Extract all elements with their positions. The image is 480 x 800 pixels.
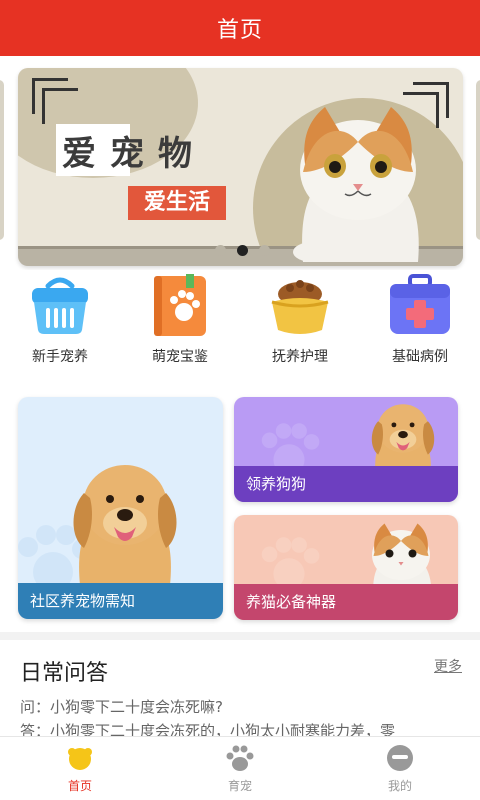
tab-label: 首页 [67, 779, 92, 793]
qa-question[interactable]: 问：小狗零下二十度会冻死嘛? [20, 696, 223, 717]
paw-icon [226, 745, 254, 771]
top-app-bar: 首页 [0, 0, 480, 56]
pet-carrier-icon [32, 277, 88, 334]
page-title: 首页 [216, 18, 263, 43]
quick-entry-label: 萌宠宝鉴 [152, 349, 208, 365]
banner-slide[interactable]: 爱宠物 爱生活 [18, 68, 463, 266]
paw-book-icon [154, 274, 206, 336]
banner-carousel[interactable]: 爱宠物 爱生活 [0, 56, 480, 270]
quick-entry-label: 基础病例 [392, 349, 448, 365]
banner-dot-active[interactable] [237, 245, 248, 256]
tab-home[interactable]: 首页 [0, 737, 160, 800]
card-community-notice[interactable]: 社区养宠物需知 [18, 397, 223, 619]
card-label: 领养狗狗 [234, 466, 458, 502]
quick-entry-guide[interactable]: 萌宠宝鉴 [120, 270, 240, 370]
tab-profile[interactable]: 我的 [320, 737, 480, 800]
banner-prev-peek[interactable] [0, 80, 4, 240]
section-divider [0, 632, 480, 640]
card-label: 社区养宠物需知 [18, 583, 223, 619]
tab-label: 育宠 [227, 779, 252, 793]
cat-illustration [293, 107, 419, 262]
card-adopt-dog[interactable]: 领养狗狗 [234, 397, 458, 502]
golden-retriever-illustration [371, 404, 435, 477]
banner-frame-corner [42, 88, 78, 124]
medical-kit-icon [390, 274, 450, 334]
quick-entry-label: 新手宠养 [32, 349, 88, 365]
card-label: 养猫必备神器 [234, 584, 458, 620]
banner-title: 爱宠物 [62, 134, 206, 174]
home-icon [68, 748, 92, 770]
golden-retriever-illustration [73, 465, 177, 585]
tab-pet-care[interactable]: 育宠 [160, 737, 320, 800]
banner-dot[interactable] [259, 245, 270, 256]
quick-entry-grid: 新手宠养 萌宠宝鉴 抚养护理 基础病例 [0, 270, 480, 370]
quick-entry-novice[interactable]: 新手宠养 [0, 270, 120, 370]
quick-entry-care[interactable]: 抚养护理 [240, 270, 360, 370]
food-bowl-icon [271, 280, 329, 334]
tab-label: 我的 [387, 779, 412, 793]
banner-dot[interactable] [215, 245, 226, 256]
banner-pagination [215, 245, 270, 256]
bottom-tab-bar: 首页 育宠 我的 [0, 736, 480, 800]
card-cat-essentials[interactable]: 养猫必备神器 [234, 515, 458, 620]
qa-section-title: 日常问答 [20, 661, 109, 686]
profile-icon [387, 745, 413, 771]
quick-entry-cases[interactable]: 基础病例 [360, 270, 480, 370]
banner-next-peek[interactable] [476, 80, 480, 240]
qa-more-link[interactable]: 更多 [434, 656, 462, 676]
qa-answer[interactable]: 答：小狗零下二十度会冻死的，小狗太小耐寒能力差，零 [20, 720, 465, 736]
quick-entry-label: 抚养护理 [272, 349, 328, 365]
banner-subtitle: 爱生活 [128, 186, 226, 220]
